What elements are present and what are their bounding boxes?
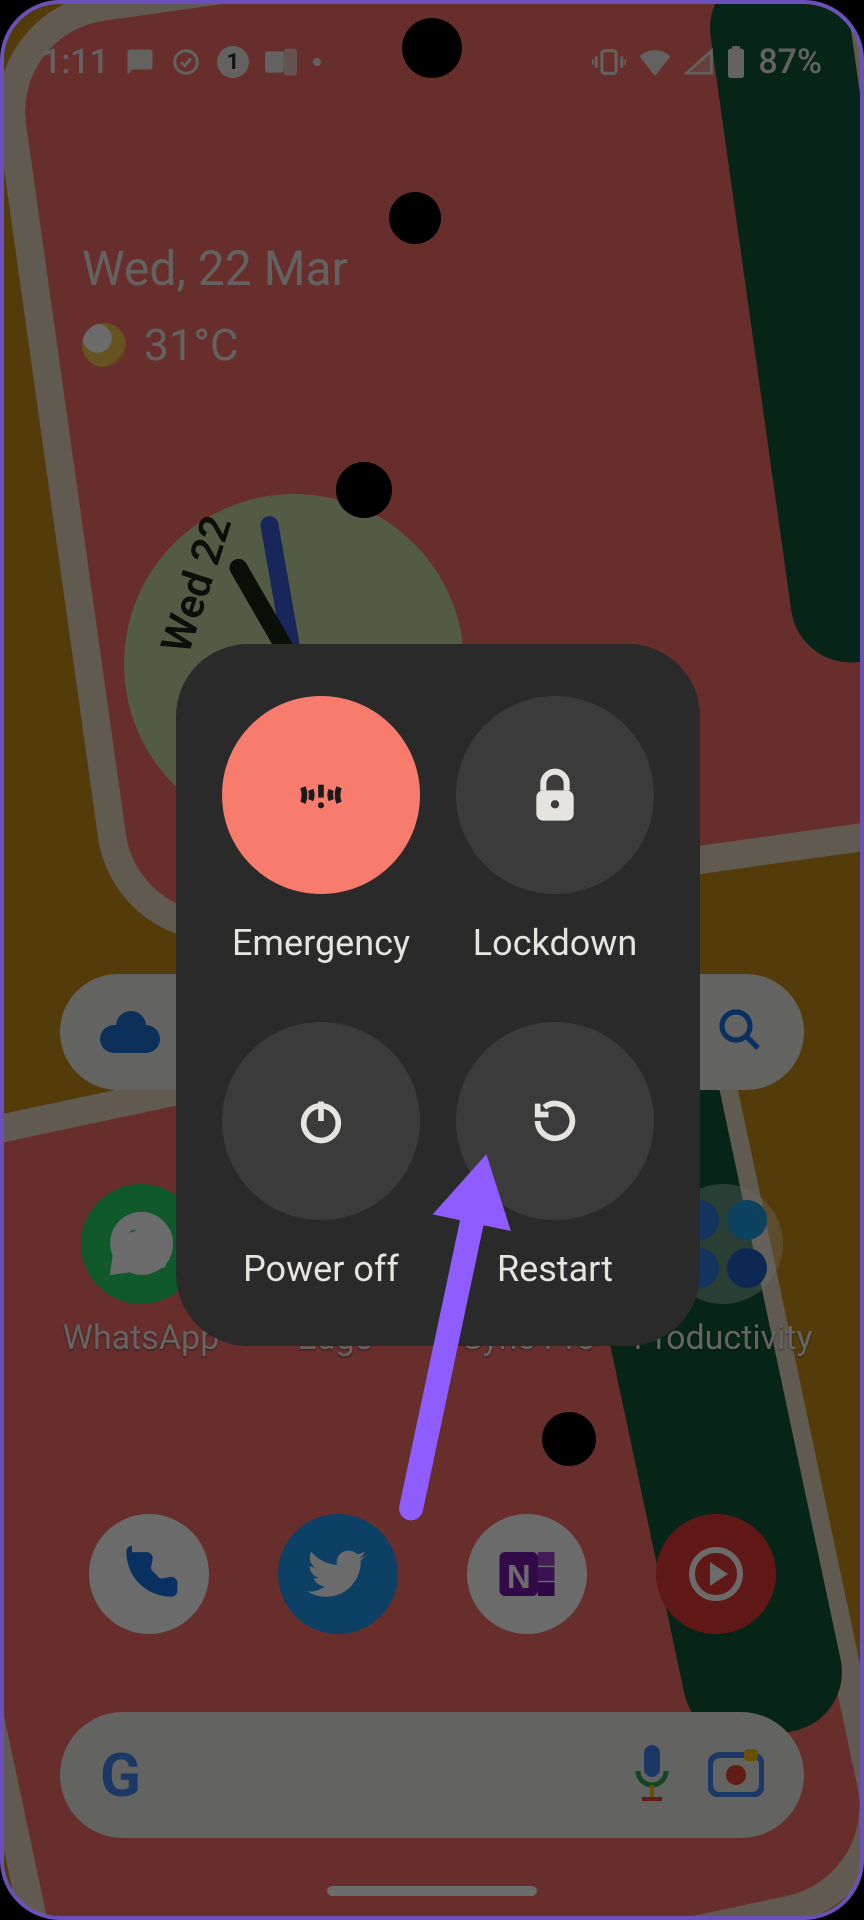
restart-label: Restart [497, 1248, 613, 1290]
lockdown-button[interactable]: Lockdown [448, 696, 662, 964]
emergency-button[interactable]: Emergency [214, 696, 428, 964]
emergency-label: Emergency [232, 922, 410, 964]
power-menu: Emergency Lockdown Power off Restart [176, 644, 700, 1346]
phone-frame: Wed 22 1:11 1 [0, 0, 864, 1920]
poweroff-button[interactable]: Power off [214, 1022, 428, 1290]
power-icon [222, 1022, 420, 1220]
emergency-icon [222, 696, 420, 894]
poweroff-label: Power off [243, 1248, 399, 1290]
lockdown-label: Lockdown [473, 922, 637, 964]
lock-icon [456, 696, 654, 894]
